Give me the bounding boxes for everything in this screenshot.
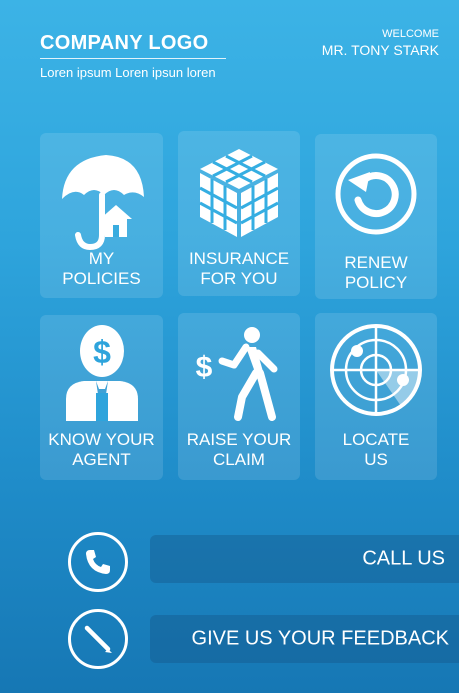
tile-raise-your-claim[interactable]: $ RAISE YOUR CLAIM xyxy=(178,313,300,480)
tile-locate-us[interactable]: LOCATE US xyxy=(315,313,437,480)
tile-label: RENEW POLICY xyxy=(344,253,408,292)
feedback-button-circle[interactable] xyxy=(68,609,128,669)
pencil-icon xyxy=(84,625,112,653)
walking-dollar-icon: $ xyxy=(196,327,278,421)
radar-icon xyxy=(330,324,422,416)
tile-label: LOCATE US xyxy=(342,430,410,469)
agent-dollar-icon: $ xyxy=(65,325,138,421)
user-name: MR. TONY STARK xyxy=(321,42,439,58)
header: COMPANY LOGO Loren ipsum Loren ipsun lor… xyxy=(0,0,459,100)
tile-label: KNOW YOUR AGENT xyxy=(48,430,155,469)
tile-my-policies[interactable]: MY POLICIES xyxy=(40,133,163,298)
company-logo: COMPANY LOGO xyxy=(40,32,209,54)
tile-renew-policy[interactable]: RENEW POLICY xyxy=(315,134,437,299)
tile-label: MY POLICIES xyxy=(62,249,141,288)
feedback-row[interactable]: GIVE US YOUR FEEDBACK xyxy=(0,609,459,669)
refresh-icon xyxy=(335,153,417,235)
feedback-label: GIVE US YOUR FEEDBACK xyxy=(191,627,449,650)
tile-know-your-agent[interactable]: $ KNOW YOUR AGENT xyxy=(40,315,163,480)
svg-text:$: $ xyxy=(196,351,213,384)
umbrella-house-icon xyxy=(61,155,144,251)
call-us-row[interactable]: CALL US xyxy=(0,532,459,592)
svg-text:$: $ xyxy=(93,334,111,370)
call-button-circle[interactable] xyxy=(68,532,128,592)
call-us-label: CALL US xyxy=(362,547,445,570)
tile-insurance-for-you[interactable]: INSURANCE FOR YOU xyxy=(178,131,300,296)
tile-label: RAISE YOUR CLAIM xyxy=(186,430,292,469)
feedback-button[interactable]: GIVE US YOUR FEEDBACK xyxy=(150,615,459,663)
tagline: Loren ipsum Loren ipsun loren xyxy=(40,65,216,80)
call-us-button[interactable]: CALL US xyxy=(150,535,459,583)
welcome-label: WELCOME xyxy=(382,28,439,40)
logo-underline xyxy=(40,58,226,59)
tile-label: INSURANCE FOR YOU xyxy=(188,249,290,288)
cube-icon xyxy=(199,149,279,237)
phone-icon xyxy=(86,550,110,574)
